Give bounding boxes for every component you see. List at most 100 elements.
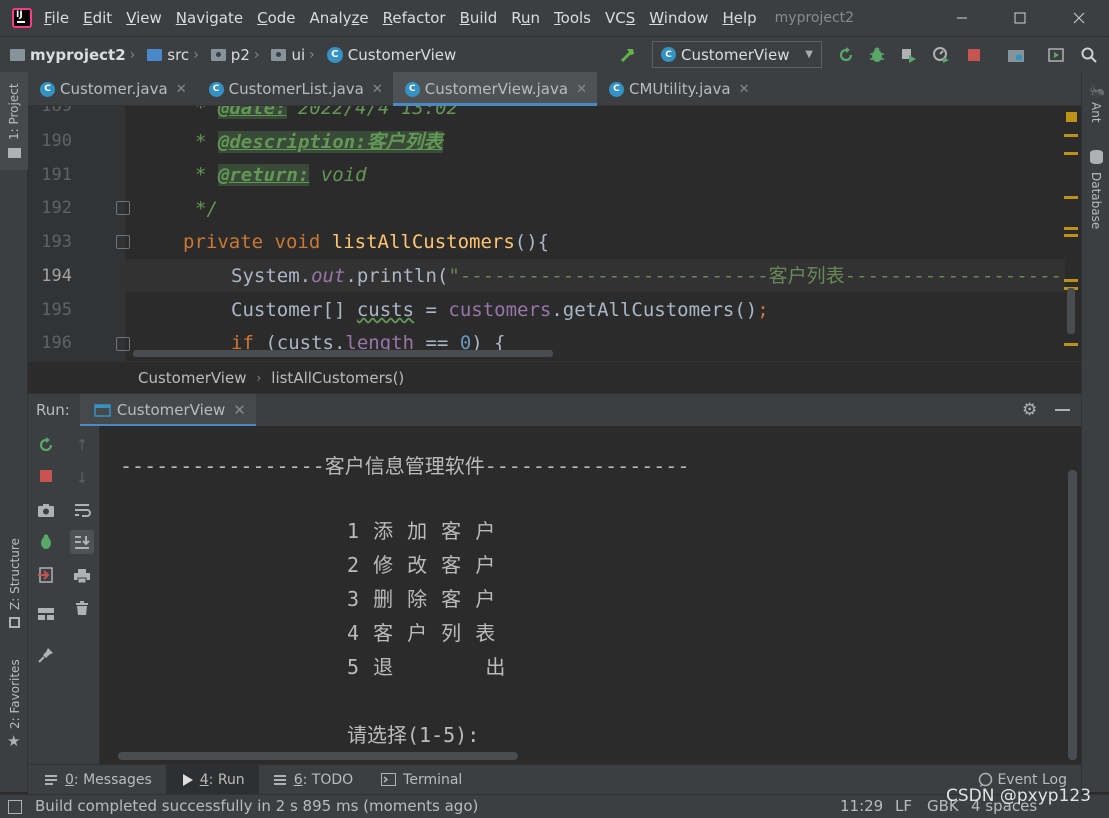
- search-icon[interactable]: [1079, 45, 1099, 65]
- breadcrumb-method[interactable]: listAllCustomers(): [271, 369, 404, 387]
- menu-code[interactable]: Code: [257, 9, 295, 27]
- crumb-p2[interactable]: p2 ›: [210, 46, 266, 64]
- stop-icon[interactable]: [34, 464, 58, 488]
- rerun-icon[interactable]: [34, 433, 58, 457]
- star-icon: ★: [7, 732, 21, 750]
- close-tab-icon[interactable]: ✕: [739, 82, 750, 97]
- presentation-icon[interactable]: [1046, 45, 1066, 65]
- structure-tool-label[interactable]: Z: Structure: [8, 538, 22, 610]
- maximize-button[interactable]: [997, 0, 1043, 36]
- arrow-down-icon[interactable]: ↓: [70, 466, 94, 490]
- crumb-class[interactable]: C CustomerView: [326, 46, 456, 64]
- breadcrumb-class[interactable]: CustomerView: [138, 369, 246, 387]
- coverage-icon[interactable]: [898, 45, 918, 65]
- menu-navigate[interactable]: Navigate: [176, 9, 243, 27]
- close-tab-icon[interactable]: ✕: [576, 82, 587, 97]
- menu-tools[interactable]: Tools: [554, 9, 591, 27]
- event-log-icon: [979, 772, 993, 787]
- tab-customerview-java[interactable]: C CustomerView.java ✕: [392, 72, 598, 106]
- tab-cmutility-java[interactable]: C CMUtility.java ✕: [597, 72, 760, 106]
- debug-bug-icon[interactable]: [867, 45, 887, 65]
- menu-run[interactable]: Run: [511, 9, 540, 27]
- close-window-button[interactable]: [1056, 0, 1102, 36]
- console-horizontal-scrollbar[interactable]: [118, 752, 518, 760]
- run-config-select[interactable]: C CustomerView ▼: [652, 41, 822, 68]
- soft-wrap-icon[interactable]: [70, 498, 94, 522]
- project-structure-icon[interactable]: [1006, 45, 1026, 65]
- minimize-button[interactable]: [939, 0, 985, 36]
- menu-help[interactable]: Help: [722, 9, 756, 27]
- tab-customerlist-java[interactable]: C CustomerList.java ✕: [197, 72, 393, 106]
- caret-position[interactable]: 11:29: [840, 797, 883, 815]
- tab-customer-java[interactable]: C Customer.java ✕: [28, 72, 197, 106]
- error-stripe-mark[interactable]: [1064, 196, 1078, 199]
- fold-marker-icon[interactable]: [116, 235, 130, 249]
- arrow-up-icon[interactable]: ↑: [70, 433, 94, 457]
- print-icon[interactable]: [70, 564, 94, 588]
- crumb-src[interactable]: src ›: [147, 46, 205, 64]
- rerun-icon[interactable]: [836, 45, 856, 65]
- line-number: 189: [41, 106, 72, 116]
- scroll-to-end-icon[interactable]: [70, 530, 94, 554]
- run-tab-customerview[interactable]: CustomerView ✕: [79, 393, 256, 427]
- layout-icon[interactable]: [34, 602, 58, 626]
- favorites-tool-label[interactable]: 2: Favorites: [8, 659, 22, 729]
- error-stripe-mark[interactable]: [1064, 343, 1078, 346]
- tab-todo[interactable]: 6: TODO: [259, 765, 367, 795]
- code-line-195: Customer[] custs = customers.getAllCusto…: [231, 299, 769, 321]
- csdn-watermark: CSDN @pxyp123: [946, 786, 1092, 806]
- menu-window[interactable]: Window: [649, 9, 708, 27]
- tab-todo-label: : TODO: [302, 771, 354, 788]
- error-stripe-mark[interactable]: [1064, 227, 1078, 230]
- menu-vcs[interactable]: VCS: [605, 9, 635, 27]
- database-tool-label[interactable]: Database: [1089, 172, 1103, 229]
- menu-view[interactable]: View: [126, 9, 162, 27]
- tab-terminal[interactable]: Terminal: [367, 765, 476, 795]
- trash-icon[interactable]: [70, 596, 94, 620]
- error-stripe-mark[interactable]: [1064, 134, 1078, 137]
- menu-file[interactable]: File: [44, 9, 69, 27]
- settings-gear-icon[interactable]: ⚙: [1022, 400, 1037, 420]
- minimize-icon: [957, 17, 967, 19]
- run-panel-header: Run: CustomerView ✕ ⚙: [28, 393, 1081, 427]
- minimize-panel-icon[interactable]: [1055, 409, 1070, 411]
- error-stripe-mark[interactable]: [1064, 234, 1078, 237]
- menu-refactor[interactable]: Refactor: [383, 9, 446, 27]
- close-run-tab-icon[interactable]: ✕: [233, 401, 246, 419]
- crumb-project[interactable]: myproject2 ›: [10, 46, 141, 64]
- status-message[interactable]: Build completed successfully in 2 s 895 …: [35, 797, 478, 815]
- fold-marker-icon[interactable]: [116, 337, 130, 351]
- tab-run[interactable]: 4: Run: [165, 764, 259, 795]
- line-separator[interactable]: LF: [895, 797, 912, 815]
- exit-icon[interactable]: [34, 563, 58, 587]
- tab-messages[interactable]: 0: Messages: [30, 765, 166, 795]
- code-editor[interactable]: 189 190 191 192 193 194 195 196 * @date:…: [28, 106, 1081, 361]
- crumb-ui[interactable]: ui ›: [271, 46, 320, 64]
- close-tab-icon[interactable]: ✕: [372, 82, 383, 97]
- line-number: 192: [41, 198, 72, 218]
- editor-scroll-thumb[interactable]: [1067, 288, 1075, 334]
- stop-icon[interactable]: [964, 45, 984, 65]
- warning-marker[interactable]: [1066, 112, 1077, 122]
- console-vertical-scrollbar[interactable]: [1068, 470, 1077, 760]
- toggle-tool-windows-icon[interactable]: [8, 800, 22, 814]
- menu-edit[interactable]: Edit: [83, 9, 112, 27]
- messages-icon: [45, 774, 57, 785]
- ant-tool-label[interactable]: Ant: [1089, 102, 1103, 123]
- profiler-icon[interactable]: [931, 45, 951, 65]
- camera-icon[interactable]: [34, 498, 58, 522]
- fold-marker-icon[interactable]: [116, 201, 130, 215]
- error-stripe-mark[interactable]: [1064, 152, 1078, 155]
- console-line: 4 客 户 列 表: [347, 621, 497, 645]
- editor-horizontal-scrollbar[interactable]: [133, 350, 553, 357]
- close-tab-icon[interactable]: ✕: [176, 82, 187, 97]
- build-hammer-icon[interactable]: [618, 45, 638, 65]
- console-output[interactable]: -----------------客户信息管理软件---------------…: [100, 426, 1081, 764]
- pin-icon[interactable]: [34, 643, 58, 667]
- debug-bug-icon[interactable]: [34, 530, 58, 554]
- menu-build[interactable]: Build: [460, 9, 498, 27]
- menu-analyze[interactable]: Analyze: [310, 9, 369, 27]
- folder-icon: [147, 48, 163, 61]
- ant-icon: 🐜: [1089, 84, 1106, 99]
- error-stripe-mark[interactable]: [1064, 279, 1078, 282]
